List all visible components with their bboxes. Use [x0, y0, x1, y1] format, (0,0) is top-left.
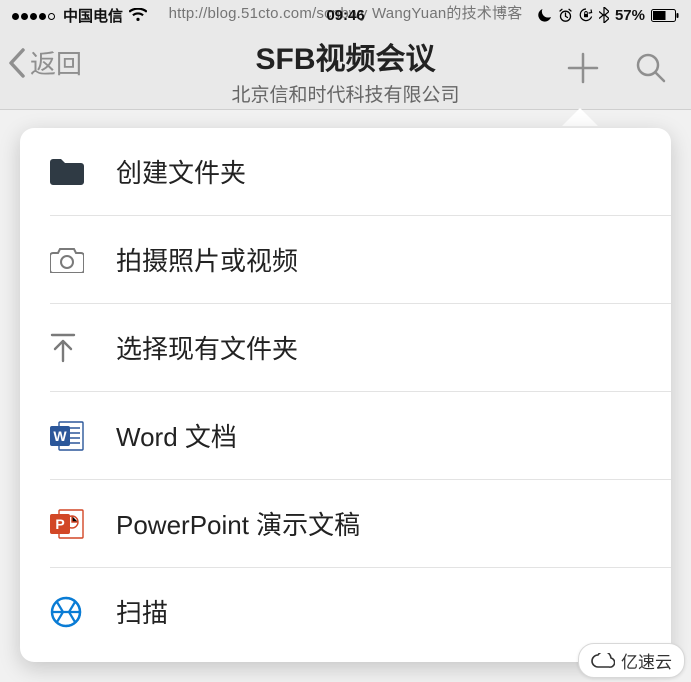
- scan-icon: [50, 596, 98, 628]
- plus-icon: [563, 48, 603, 88]
- word-icon: W: [50, 420, 98, 452]
- svg-text:W: W: [53, 428, 67, 444]
- signal-strength-icon: [12, 7, 57, 24]
- battery-icon: [651, 9, 679, 22]
- watermark-logo: 亿速云: [578, 643, 685, 678]
- status-bar: 中国电信 09:46 57%: [0, 0, 691, 30]
- back-button[interactable]: 返回: [8, 44, 82, 81]
- do-not-disturb-icon: [538, 8, 552, 22]
- menu-item-scan[interactable]: 扫描: [20, 568, 671, 655]
- watermark-logo-text: 亿速云: [621, 648, 672, 673]
- bluetooth-icon: [599, 7, 609, 23]
- menu-item-label: Word 文档: [116, 417, 237, 454]
- wifi-icon: [129, 8, 147, 22]
- menu-item-choose-folder[interactable]: 选择现有文件夹: [20, 304, 671, 391]
- menu-item-create-folder[interactable]: 创建文件夹: [20, 128, 671, 215]
- alarm-icon: [558, 8, 573, 23]
- menu-item-take-photo-video[interactable]: 拍摄照片或视频: [20, 216, 671, 303]
- menu-item-powerpoint-doc[interactable]: P PowerPoint 演示文稿: [20, 480, 671, 567]
- menu-item-word-doc[interactable]: W Word 文档: [20, 392, 671, 479]
- search-button[interactable]: [633, 50, 669, 91]
- back-label: 返回: [30, 44, 82, 81]
- carrier-label: 中国电信: [63, 5, 123, 26]
- nav-header: 返回 SFB视频会议 北京信和时代科技有限公司: [0, 30, 691, 110]
- menu-item-label: 创建文件夹: [116, 153, 246, 190]
- add-menu-popover: 创建文件夹 拍摄照片或视频 选择现有文件夹 W Word 文档 P PowerP…: [20, 128, 671, 662]
- menu-item-label: 选择现有文件夹: [116, 329, 298, 366]
- menu-item-label: PowerPoint 演示文稿: [116, 505, 360, 542]
- orientation-lock-icon: [579, 8, 593, 22]
- chevron-left-icon: [8, 48, 26, 78]
- search-icon: [633, 50, 669, 86]
- popover-arrow: [562, 108, 598, 126]
- battery-percent: 57%: [615, 7, 645, 24]
- add-button[interactable]: [563, 48, 603, 93]
- menu-item-label: 扫描: [116, 593, 168, 630]
- camera-icon: [50, 247, 98, 273]
- folder-icon: [50, 159, 98, 185]
- powerpoint-icon: P: [50, 508, 98, 540]
- upload-arrow-icon: [50, 333, 98, 363]
- menu-item-label: 拍摄照片或视频: [116, 241, 298, 278]
- svg-text:P: P: [55, 516, 64, 532]
